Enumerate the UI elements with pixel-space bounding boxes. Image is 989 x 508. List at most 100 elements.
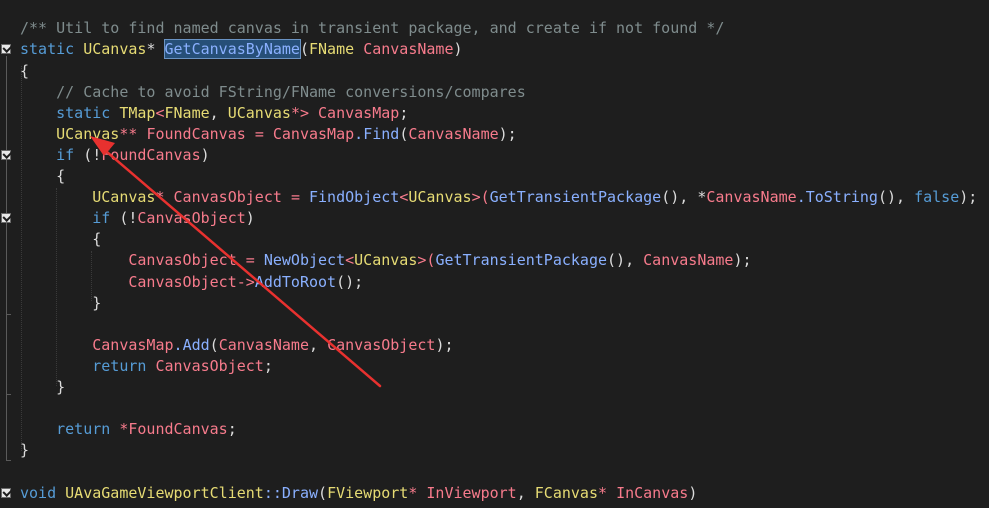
brace: } <box>20 441 30 459</box>
punctuation: < <box>155 104 165 122</box>
keyword: return <box>92 357 147 375</box>
punctuation: ( <box>318 484 328 502</box>
code-line[interactable]: } <box>0 293 101 314</box>
code-line[interactable]: void UAvaGameViewportClient::Draw(FViewp… <box>0 483 697 504</box>
punctuation: . <box>796 188 806 206</box>
function-name: Draw <box>281 484 319 502</box>
punctuation: (! <box>119 209 138 227</box>
code-line[interactable]: { <box>0 61 36 82</box>
keyword: void <box>20 484 57 502</box>
comment: // Cache to avoid FString/FName conversi… <box>56 83 526 101</box>
punctuation: ** <box>119 125 138 143</box>
punctuation: ); <box>733 251 752 269</box>
function-name: GetTransientPackage <box>489 188 662 206</box>
code-line[interactable]: if (!FoundCanvas) <box>0 145 210 166</box>
argument-name: CanvasObject <box>327 336 436 354</box>
code-line[interactable]: } <box>0 377 65 398</box>
code-line[interactable]: CanvasMap.Add(CanvasName, CanvasObject); <box>0 335 453 356</box>
function-name: Add <box>182 336 210 354</box>
punctuation: * <box>408 484 418 502</box>
code-line[interactable]: UCanvas** FoundCanvas = CanvasMap.Find(C… <box>0 124 517 145</box>
variable-name: CanvasName <box>706 188 797 206</box>
function-name: ToString <box>805 188 878 206</box>
variable-name: FoundCanvas <box>146 125 246 143</box>
fold-toggle-icon[interactable] <box>1 44 11 54</box>
selected-function-name[interactable]: GetCanvasByName <box>163 39 301 59</box>
variable-name: CanvasObject <box>155 357 264 375</box>
code-line[interactable]: { <box>0 166 65 187</box>
keyword: return <box>56 420 111 438</box>
operator: = <box>254 125 264 143</box>
argument-name: CanvasName <box>408 125 499 143</box>
keyword: if <box>56 146 75 164</box>
variable-name: CanvasObject <box>173 188 282 206</box>
type-name: TMap <box>119 104 156 122</box>
brace: { <box>56 167 66 185</box>
code-line[interactable]: /** Util to find named canvas in transie… <box>0 18 724 39</box>
type-name: FViewport <box>327 484 409 502</box>
function-name: AddToRoot <box>254 273 337 291</box>
operator: -> <box>236 273 255 291</box>
punctuation: ; <box>227 420 237 438</box>
brace: } <box>56 378 66 396</box>
punctuation: ; <box>399 104 409 122</box>
fold-toggle-icon[interactable] <box>1 488 11 498</box>
punctuation: *> <box>290 104 309 122</box>
punctuation: . <box>173 336 183 354</box>
punctuation: (), <box>877 188 915 206</box>
brace: { <box>92 230 102 248</box>
type-name: FName <box>164 104 210 122</box>
operator: = <box>245 251 255 269</box>
code-line[interactable]: return *FoundCanvas; <box>0 419 237 440</box>
operator: = <box>290 188 300 206</box>
type-name: UCanvas <box>83 40 147 58</box>
type-name: FCanvas <box>534 484 598 502</box>
code-line[interactable]: static TMap<FName, UCanvas*> CanvasMap; <box>0 103 408 124</box>
code-line[interactable]: static UCanvas* GetCanvasByName(FName Ca… <box>0 39 463 60</box>
variable-name: FoundCanvas <box>128 420 228 438</box>
parameter-name: CanvasName <box>363 40 454 58</box>
keyword: static <box>56 104 111 122</box>
code-line[interactable]: if (!CanvasObject) <box>0 208 255 229</box>
type-name: UCanvas <box>227 104 291 122</box>
type-name: UCanvas <box>354 251 418 269</box>
punctuation: ); <box>435 336 454 354</box>
variable-name: CanvasObject <box>137 209 246 227</box>
punctuation: (); <box>336 273 364 291</box>
function-name: Find <box>363 125 400 143</box>
code-editor[interactable]: /** Util to find named canvas in transie… <box>0 0 989 508</box>
fold-toggle-icon[interactable] <box>1 150 11 160</box>
punctuation: >( <box>471 188 490 206</box>
brace: { <box>20 62 30 80</box>
code-line[interactable]: CanvasObject = NewObject<UCanvas>(GetTra… <box>0 250 751 271</box>
punctuation: ( <box>209 336 219 354</box>
fold-toggle-icon[interactable] <box>1 213 11 223</box>
punctuation: , <box>516 484 526 502</box>
punctuation: ) <box>245 209 255 227</box>
code-line[interactable]: } <box>0 440 36 461</box>
punctuation: ; <box>263 357 273 375</box>
punctuation: . <box>354 125 364 143</box>
variable-name: CanvasMap <box>92 336 174 354</box>
type-name: UCanvas <box>408 188 472 206</box>
punctuation: < <box>345 251 355 269</box>
variable-name: CanvasName <box>643 251 734 269</box>
punctuation: ) <box>688 484 698 502</box>
comment: /** Util to find named canvas in transie… <box>20 19 725 37</box>
code-line[interactable]: CanvasObject->AddToRoot(); <box>0 272 363 293</box>
code-line[interactable]: { <box>0 229 101 250</box>
code-line[interactable]: return CanvasObject; <box>0 356 273 377</box>
punctuation: (! <box>83 146 102 164</box>
punctuation: < <box>399 188 409 206</box>
punctuation: :: <box>263 484 282 502</box>
punctuation: (), <box>607 251 644 269</box>
punctuation: , <box>209 104 219 122</box>
punctuation: ( <box>399 125 409 143</box>
punctuation: (), * <box>661 188 707 206</box>
variable-name: FoundCanvas <box>101 146 201 164</box>
variable-name: CanvasObject <box>128 273 237 291</box>
parameter-name: InCanvas <box>616 484 689 502</box>
type-name: UCanvas <box>92 188 156 206</box>
code-line[interactable]: UCanvas* CanvasObject = FindObject<UCanv… <box>0 187 977 208</box>
code-line[interactable]: // Cache to avoid FString/FName conversi… <box>0 82 526 103</box>
